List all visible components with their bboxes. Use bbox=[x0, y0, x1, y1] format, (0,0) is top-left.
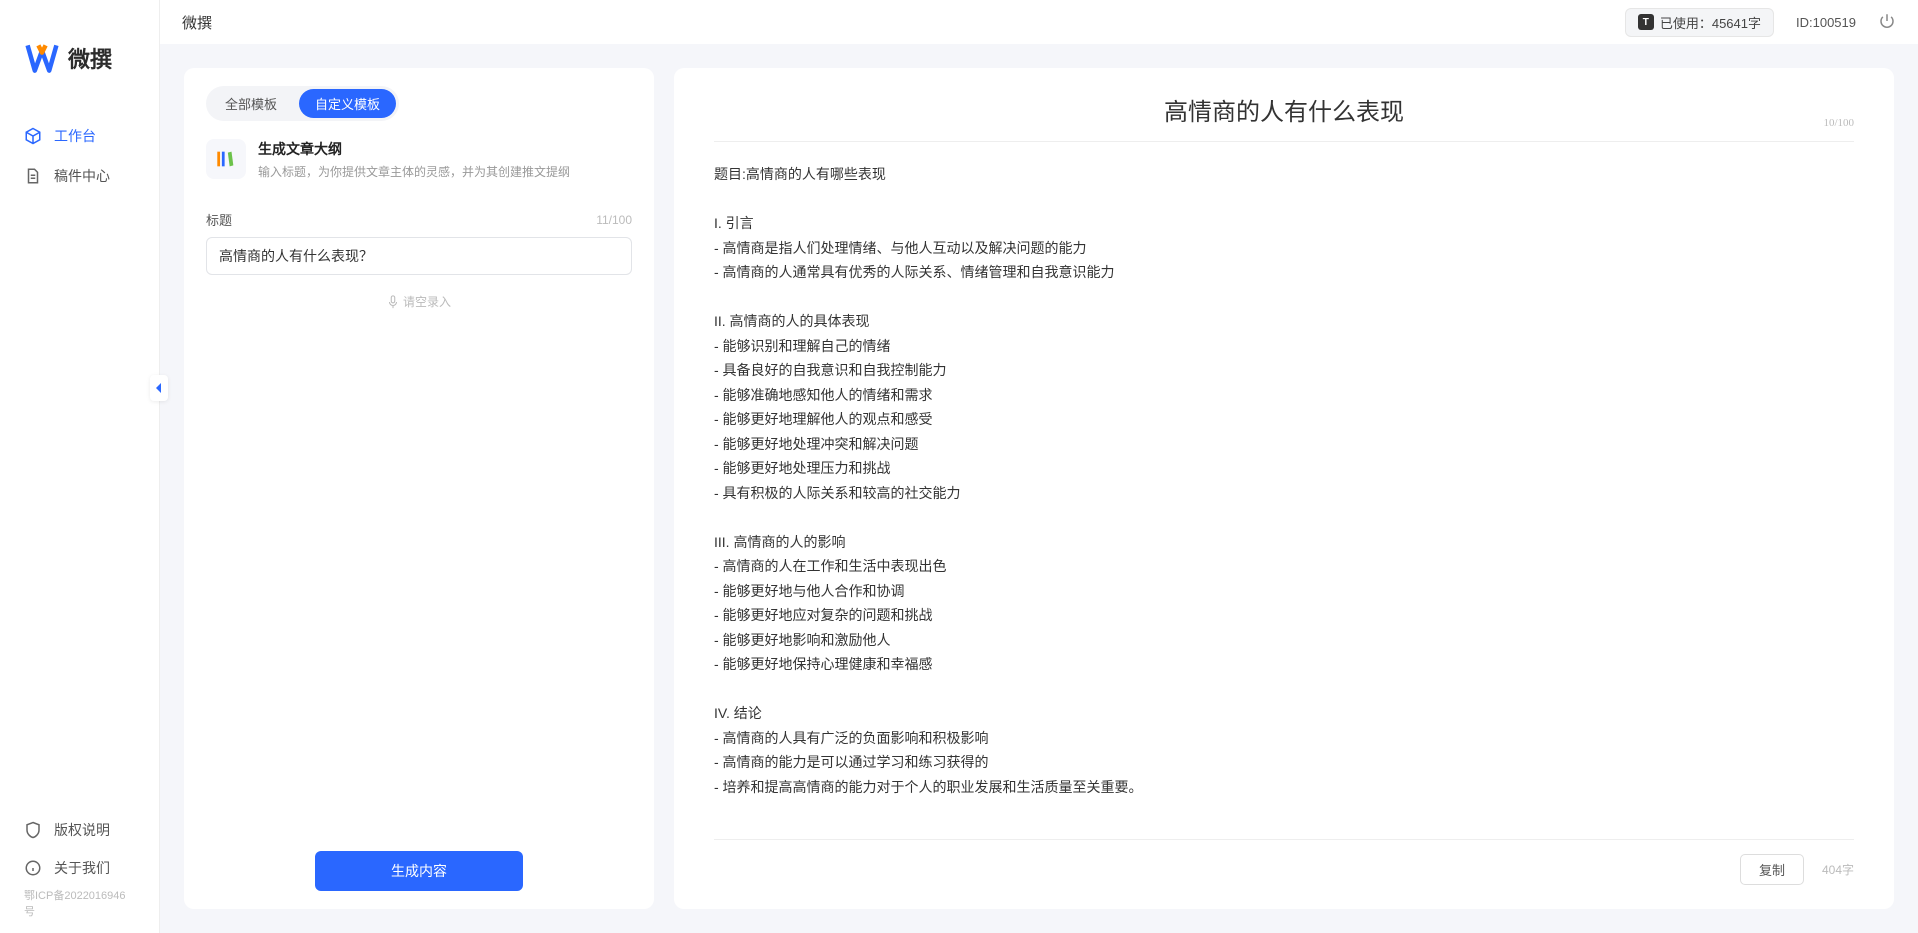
mic-icon bbox=[387, 295, 399, 309]
icp-text: 鄂ICP备2022016946号 bbox=[0, 887, 159, 919]
template-name: 生成文章大纲 bbox=[258, 139, 570, 159]
output-title-row: 高情商的人有什么表现 10/100 bbox=[714, 92, 1854, 142]
title-label: 标题 bbox=[206, 210, 232, 229]
sidebar-item-drafts[interactable]: 稿件中心 bbox=[0, 156, 159, 196]
output-content: 题目:高情商的人有哪些表现 I. 引言 - 高情商是指人们处理情绪、与他人互动以… bbox=[714, 162, 1854, 839]
sidebar: 微撰 工作台 稿件中心 版权说明 关于我们 鄂ICP备2 bbox=[0, 0, 160, 933]
sidebar-item-about[interactable]: 关于我们 bbox=[0, 849, 159, 887]
sidebar-item-workbench[interactable]: 工作台 bbox=[0, 116, 159, 156]
title-field-section: 标题 11/100 请空录入 bbox=[206, 210, 632, 310]
generate-button[interactable]: 生成内容 bbox=[315, 851, 523, 891]
main-area: 全部模板 自定义模板 生成文章大纲 输入标题，为你提供文章主体的灵感，并为其创建… bbox=[160, 44, 1918, 933]
sidebar-item-label: 工作台 bbox=[54, 126, 96, 146]
sidebar-footer: 版权说明 关于我们 鄂ICP备2022016946号 bbox=[0, 811, 159, 933]
usage-badge[interactable]: T 已使用：45641字 bbox=[1625, 8, 1774, 37]
info-icon bbox=[24, 859, 42, 877]
voice-hint-text: 请空录入 bbox=[403, 293, 451, 310]
voice-input-hint[interactable]: 请空录入 bbox=[206, 293, 632, 310]
topbar: 微撰 T 已使用：45641字 ID:100519 bbox=[160, 0, 1918, 44]
template-info: 生成文章大纲 输入标题，为你提供文章主体的灵感，并为其创建推文提纲 bbox=[206, 139, 632, 180]
sidebar-item-label: 关于我们 bbox=[54, 858, 110, 878]
nav-list: 工作台 稿件中心 bbox=[0, 106, 159, 811]
output-panel: 高情商的人有什么表现 10/100 题目:高情商的人有哪些表现 I. 引言 - … bbox=[674, 68, 1894, 909]
tab-all-templates[interactable]: 全部模板 bbox=[209, 89, 293, 118]
sidebar-item-copyright[interactable]: 版权说明 bbox=[0, 811, 159, 849]
output-word-count: 404字 bbox=[1822, 861, 1854, 878]
document-icon bbox=[24, 167, 42, 185]
text-icon: T bbox=[1638, 14, 1654, 30]
usage-text: 已使用：45641字 bbox=[1660, 13, 1761, 32]
logo-icon bbox=[24, 40, 60, 76]
power-icon[interactable] bbox=[1878, 12, 1896, 33]
page-title: 微撰 bbox=[182, 12, 212, 33]
config-panel: 全部模板 自定义模板 生成文章大纲 输入标题，为你提供文章主体的灵感，并为其创建… bbox=[184, 68, 654, 909]
sidebar-item-label: 稿件中心 bbox=[54, 166, 110, 186]
user-id: ID:100519 bbox=[1796, 15, 1856, 30]
cube-icon bbox=[24, 127, 42, 145]
generate-bar: 生成内容 bbox=[184, 851, 654, 891]
logo[interactable]: 微撰 bbox=[0, 0, 159, 106]
tab-custom-templates[interactable]: 自定义模板 bbox=[299, 89, 396, 118]
sidebar-item-label: 版权说明 bbox=[54, 820, 110, 840]
topbar-right: T 已使用：45641字 ID:100519 bbox=[1625, 8, 1896, 37]
template-tabs: 全部模板 自定义模板 bbox=[206, 86, 399, 121]
title-char-count: 11/100 bbox=[596, 213, 632, 227]
shield-icon bbox=[24, 821, 42, 839]
output-io-count: 10/100 bbox=[1823, 117, 1854, 129]
output-footer: 复制 404字 bbox=[714, 839, 1854, 885]
title-input[interactable] bbox=[206, 237, 632, 275]
template-desc: 输入标题，为你提供文章主体的灵感，并为其创建推文提纲 bbox=[258, 163, 570, 180]
copy-button[interactable]: 复制 bbox=[1740, 854, 1804, 885]
output-title: 高情商的人有什么表现 bbox=[1164, 100, 1404, 126]
logo-text: 微撰 bbox=[68, 42, 112, 74]
template-icon bbox=[206, 139, 246, 179]
